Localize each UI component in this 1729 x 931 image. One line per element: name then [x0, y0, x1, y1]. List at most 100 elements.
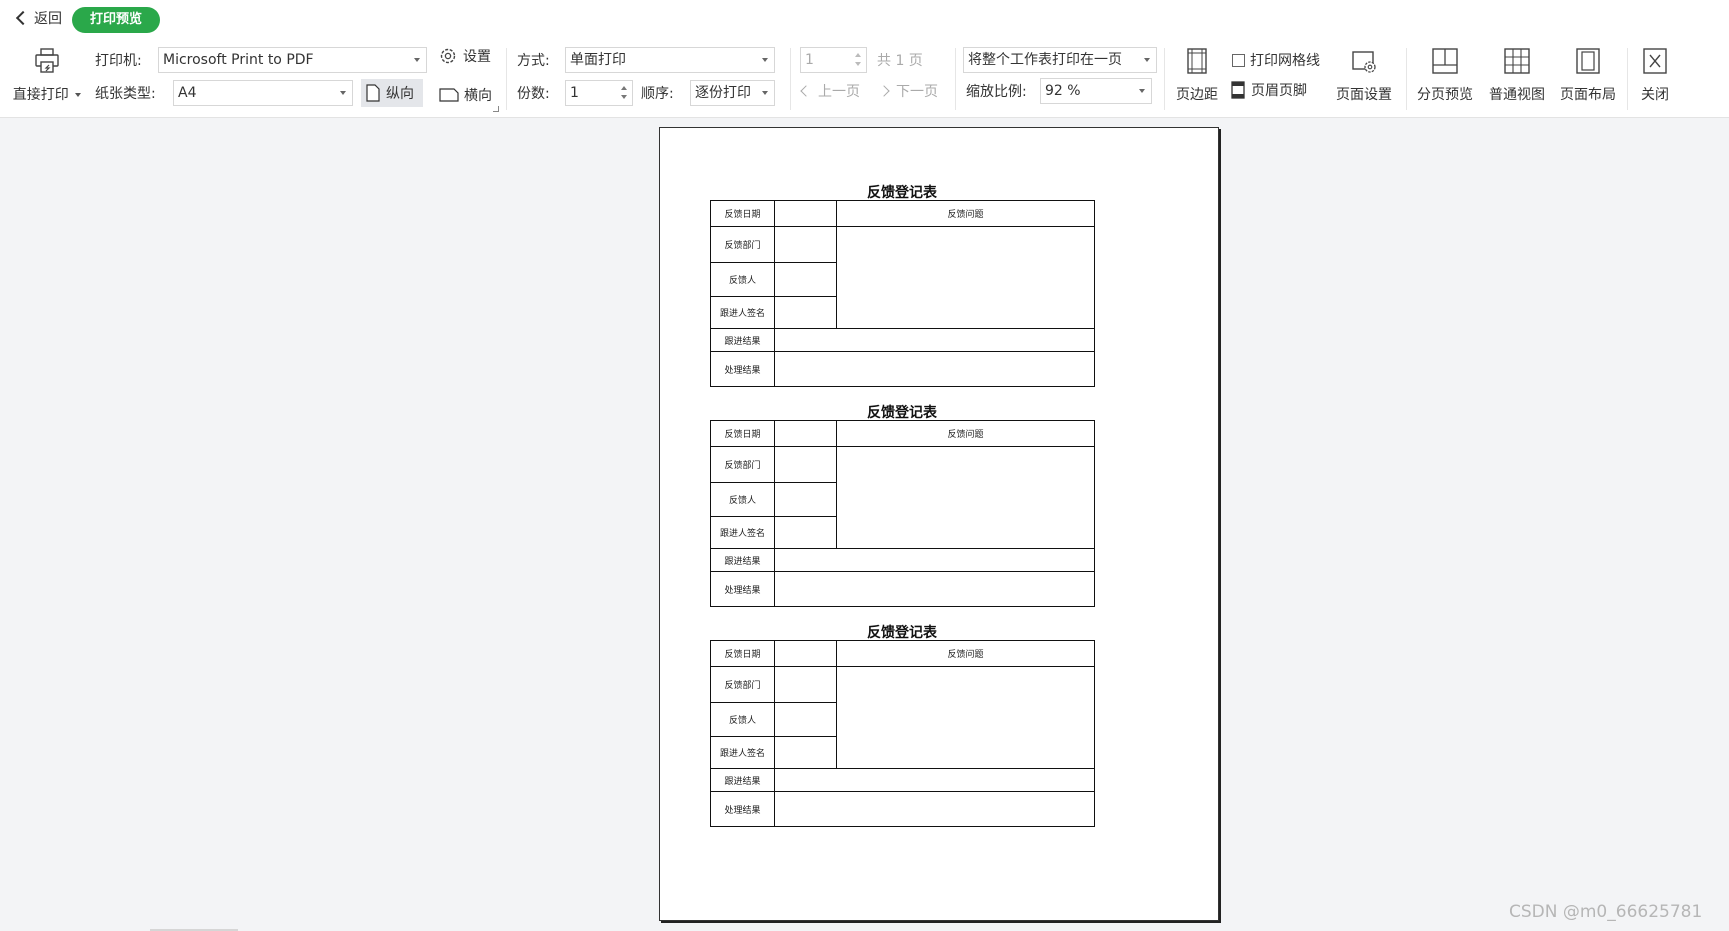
margins-icon — [1187, 48, 1207, 74]
order-select[interactable]: 逐份打印 — [690, 80, 775, 106]
followup-label-cell: 跟进结果 — [710, 768, 775, 792]
issue-label-cell: 反馈问题 — [836, 420, 1095, 447]
back-button[interactable]: 返回 — [14, 8, 62, 28]
normal-view-button[interactable]: 普通视图 — [1485, 46, 1549, 104]
page-layout-button[interactable]: 页面布局 — [1556, 46, 1620, 104]
separator — [1406, 48, 1407, 110]
direct-print-button[interactable]: 直接打印 — [12, 46, 82, 104]
margins-label: 页边距 — [1176, 87, 1218, 103]
result-value-cell — [774, 351, 1095, 387]
landscape-button[interactable]: 横向 — [435, 81, 497, 109]
form-title: 反馈登记表 — [867, 185, 937, 201]
result-value-cell — [774, 571, 1095, 607]
spin-arrows-icon[interactable] — [620, 84, 628, 102]
page-layout-label: 页面布局 — [1560, 87, 1616, 103]
dropdown-arrow-icon — [414, 58, 420, 62]
margins-button[interactable]: 页边距 — [1170, 46, 1224, 104]
next-page-button[interactable]: 下一页 — [878, 81, 938, 101]
close-label: 关闭 — [1641, 87, 1669, 103]
printer-label: 打印机: — [95, 53, 142, 69]
separator — [955, 48, 956, 110]
person-value-cell — [774, 482, 837, 517]
paper-type-label: 纸张类型: — [95, 86, 156, 102]
followup-value-cell — [774, 768, 1095, 792]
date-label-cell: 反馈日期 — [710, 200, 775, 227]
dropdown-arrow-icon — [762, 58, 768, 62]
paper-type-value: A4 — [178, 85, 197, 101]
chevron-right-icon — [878, 85, 890, 97]
followup-label-cell: 跟进结果 — [710, 548, 775, 572]
prev-page-button[interactable]: 上一页 — [800, 81, 860, 101]
result-label-cell: 处理结果 — [710, 351, 775, 387]
next-page-label: 下一页 — [896, 84, 938, 100]
feedback-table: 反馈日期 反馈问题 反馈部门 反馈人 跟进人签名 跟进结果 处理结果 — [710, 200, 1095, 387]
dept-value-cell — [774, 666, 837, 703]
follower-value-cell — [774, 516, 837, 549]
header-footer-button[interactable]: 页眉页脚 — [1230, 80, 1307, 100]
dropdown-arrow-icon — [340, 91, 346, 95]
person-label-cell: 反馈人 — [710, 262, 775, 297]
printer-icon — [35, 48, 59, 73]
gear-icon — [440, 48, 456, 64]
landscape-label: 横向 — [464, 88, 492, 104]
settings-button[interactable]: 设置 — [438, 46, 491, 66]
form-title: 反馈登记表 — [867, 625, 937, 641]
form-title: 反馈登记表 — [867, 405, 937, 421]
page-number-stepper[interactable]: 1 — [800, 47, 867, 73]
print-gridlines-label: 打印网格线 — [1250, 53, 1320, 69]
chevron-left-icon — [800, 85, 812, 97]
date-value-cell — [774, 420, 837, 447]
zoom-select[interactable]: 92 % — [1040, 78, 1152, 104]
date-label-cell: 反馈日期 — [710, 420, 775, 447]
result-label-cell: 处理结果 — [710, 791, 775, 827]
zoom-value: 92 % — [1045, 83, 1081, 99]
checkbox-box[interactable] — [1232, 53, 1245, 67]
issue-value-cell — [836, 666, 1095, 769]
follower-label-cell: 跟进人签名 — [710, 736, 775, 769]
dept-label-cell: 反馈部门 — [710, 446, 775, 483]
page-break-icon — [1432, 48, 1458, 74]
date-label-cell: 反馈日期 — [710, 640, 775, 667]
feedback-table: 反馈日期 反馈问题 反馈部门 反馈人 跟进人签名 跟进结果 处理结果 — [710, 420, 1095, 607]
issue-value-cell — [836, 446, 1095, 549]
portrait-button[interactable]: 纵向 — [361, 79, 423, 107]
dept-label-cell: 反馈部门 — [710, 666, 775, 703]
copies-stepper[interactable]: 1 — [565, 80, 633, 106]
page-setup-label: 页面设置 — [1336, 87, 1392, 103]
separator — [1164, 48, 1165, 110]
copies-value: 1 — [570, 85, 579, 101]
issue-label-cell: 反馈问题 — [836, 640, 1095, 667]
dialog-launcher-icon[interactable] — [493, 106, 499, 112]
page-break-preview-button[interactable]: 分页预览 — [1413, 46, 1477, 104]
zoom-label: 缩放比例: — [966, 84, 1027, 100]
printer-select[interactable]: Microsoft Print to PDF — [158, 47, 427, 73]
spin-arrows-icon[interactable] — [854, 51, 862, 69]
follower-value-cell — [774, 736, 837, 769]
follower-label-cell: 跟进人签名 — [710, 516, 775, 549]
result-label-cell: 处理结果 — [710, 571, 775, 607]
order-label: 顺序: — [641, 86, 674, 102]
prev-page-label: 上一页 — [818, 84, 860, 100]
chevron-left-icon — [15, 10, 31, 26]
dropdown-arrow-icon — [1139, 89, 1145, 93]
dept-label-cell: 反馈部门 — [710, 226, 775, 263]
follower-label-cell: 跟进人签名 — [710, 296, 775, 329]
order-value: 逐份打印 — [695, 85, 751, 101]
dropdown-arrow-icon — [1144, 58, 1150, 62]
print-gridlines-checkbox[interactable]: 打印网格线 — [1232, 50, 1320, 70]
paper-type-select[interactable]: A4 — [173, 80, 353, 106]
date-value-cell — [774, 640, 837, 667]
fit-mode-value: 将整个工作表打印在一页 — [968, 52, 1122, 68]
preview-page: 反馈登记表 反馈日期 反馈问题 反馈部门 反馈人 跟进人签名 跟进结果 处理结果 反馈登记表 反馈… — [659, 127, 1219, 921]
close-button[interactable]: 关闭 — [1636, 46, 1674, 104]
landscape-page-icon — [439, 88, 459, 102]
watermark: CSDN @m0_66625781 — [1509, 902, 1703, 922]
page-setup-button[interactable]: 页面设置 — [1332, 46, 1396, 104]
issue-label-cell: 反馈问题 — [836, 200, 1095, 227]
fit-mode-select[interactable]: 将整个工作表打印在一页 — [963, 47, 1157, 73]
method-select[interactable]: 单面打印 — [565, 47, 775, 73]
print-preview-badge: 打印预览 — [72, 7, 161, 33]
person-label-cell: 反馈人 — [710, 702, 775, 737]
page-layout-icon — [1576, 48, 1600, 74]
issue-value-cell — [836, 226, 1095, 329]
